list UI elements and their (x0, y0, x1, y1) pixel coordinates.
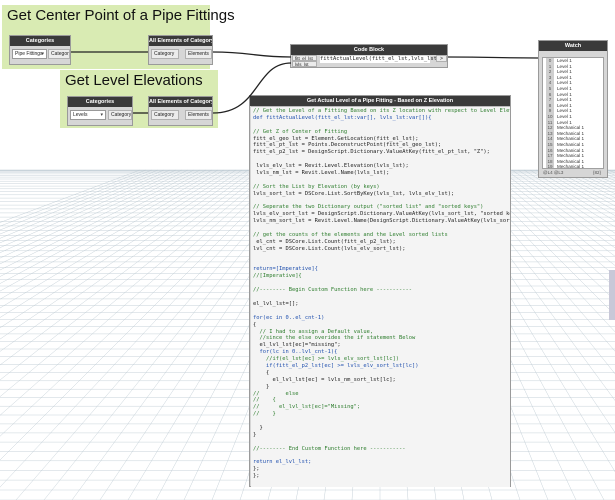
wire[interactable] (212, 51, 292, 58)
scrollbar[interactable] (609, 270, 615, 320)
dynamo-canvas[interactable]: Get Center Point of a Pipe Fittings Get … (0, 0, 615, 500)
connection-wires (70, 51, 539, 114)
wire[interactable] (212, 62, 292, 114)
wire[interactable] (447, 56, 539, 59)
